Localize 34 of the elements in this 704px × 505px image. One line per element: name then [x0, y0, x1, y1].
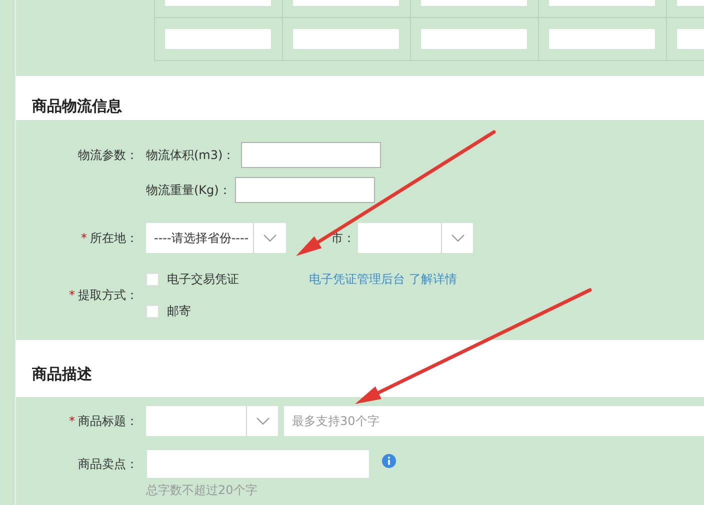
section-title: 商品描述 — [32, 365, 92, 384]
province-select[interactable]: ----请选择省份---- — [146, 223, 286, 253]
field-label: 物流重量(Kg)： — [146, 182, 231, 198]
field-label: 物流体积(m3)： — [146, 146, 235, 164]
input-field[interactable] — [234, 177, 375, 203]
chevron-down-icon — [263, 234, 277, 242]
field-label: 提取方式： — [78, 286, 138, 304]
hint-text: 总字数不超过20个字 — [146, 482, 258, 499]
field-label: 商品标题： — [78, 412, 138, 430]
field-label: 所在地： — [90, 230, 138, 246]
title-type-select[interactable] — [146, 406, 278, 436]
table-input[interactable] — [549, 29, 655, 49]
selling-point-input[interactable] — [147, 450, 369, 478]
field-label: 商品卖点： — [78, 456, 138, 472]
help-link[interactable]: 了解详情 — [409, 270, 457, 288]
city-select[interactable] — [358, 223, 473, 253]
table-input[interactable] — [165, 29, 271, 49]
checkbox[interactable] — [146, 272, 159, 286]
checkbox[interactable] — [146, 304, 159, 318]
chevron-down-icon — [450, 234, 464, 242]
chevron-down-icon — [256, 417, 270, 425]
input-field[interactable] — [240, 142, 381, 168]
info-icon[interactable] — [382, 454, 396, 468]
table-input[interactable] — [293, 29, 399, 49]
help-link[interactable]: 电子凭证管理后台 — [309, 270, 405, 288]
checkbox-label: 邮寄 — [167, 302, 191, 320]
required-mark: * — [69, 414, 75, 428]
title-input[interactable]: 最多支持30个字 — [284, 406, 704, 436]
required-mark: * — [69, 288, 75, 302]
table-input[interactable] — [421, 29, 527, 49]
required-mark: * — [81, 231, 87, 245]
field-label: 物流参数： — [78, 146, 138, 164]
section-title: 商品物流信息 — [32, 97, 122, 116]
checkbox-label: 电子交易凭证 — [167, 270, 239, 288]
